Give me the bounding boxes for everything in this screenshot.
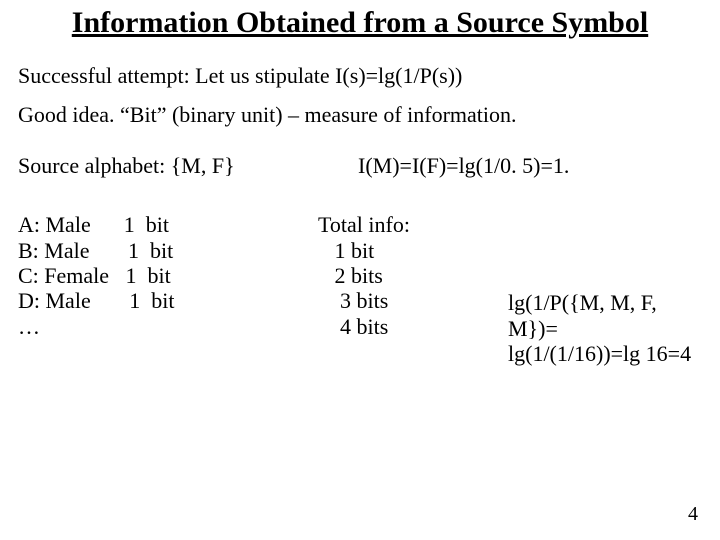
slide-body: Successful attempt: Let us stipulate I(s… — [0, 63, 720, 367]
row-alphabet: Source alphabet: {M, F} I(M)=I(F)=lg(1/0… — [18, 153, 702, 178]
total-info-heading: Total info: — [318, 212, 508, 237]
line-stipulate: Successful attempt: Let us stipulate I(s… — [18, 63, 702, 88]
formula-line-1: lg(1/P({M, M, F, M})= — [508, 290, 702, 341]
total-info-block: Total info: 1 bit 2 bits 3 bits 4 bits — [318, 212, 508, 366]
formula-line-2: lg(1/(1/16))=lg 16=4 — [508, 341, 702, 366]
formula-block: lg(1/P({M, M, F, M})= lg(1/(1/16))=lg 16… — [508, 212, 702, 366]
im-if-equation: I(M)=I(F)=lg(1/0. 5)=1. — [358, 153, 702, 178]
people-list: A: Male 1 bit B: Male 1 bit C: Female 1 … — [18, 212, 318, 366]
line-bit-definition: Good idea. “Bit” (binary unit) – measure… — [18, 102, 702, 127]
total-1: 1 bit — [318, 238, 508, 263]
total-2: 2 bits — [318, 263, 508, 288]
total-3: 3 bits — [318, 288, 508, 313]
lower-block: A: Male 1 bit B: Male 1 bit C: Female 1 … — [18, 212, 702, 366]
page-number: 4 — [688, 503, 698, 526]
total-4: 4 bits — [318, 314, 508, 339]
slide: Information Obtained from a Source Symbo… — [0, 0, 720, 540]
person-b: B: Male 1 bit — [18, 238, 318, 263]
source-alphabet-label: Source alphabet: {M, F} — [18, 153, 318, 178]
person-a: A: Male 1 bit — [18, 212, 318, 237]
person-c: C: Female 1 bit — [18, 263, 318, 288]
person-d: D: Male 1 bit — [18, 288, 318, 313]
slide-title: Information Obtained from a Source Symbo… — [0, 0, 720, 49]
person-ellipsis: … — [18, 314, 318, 339]
